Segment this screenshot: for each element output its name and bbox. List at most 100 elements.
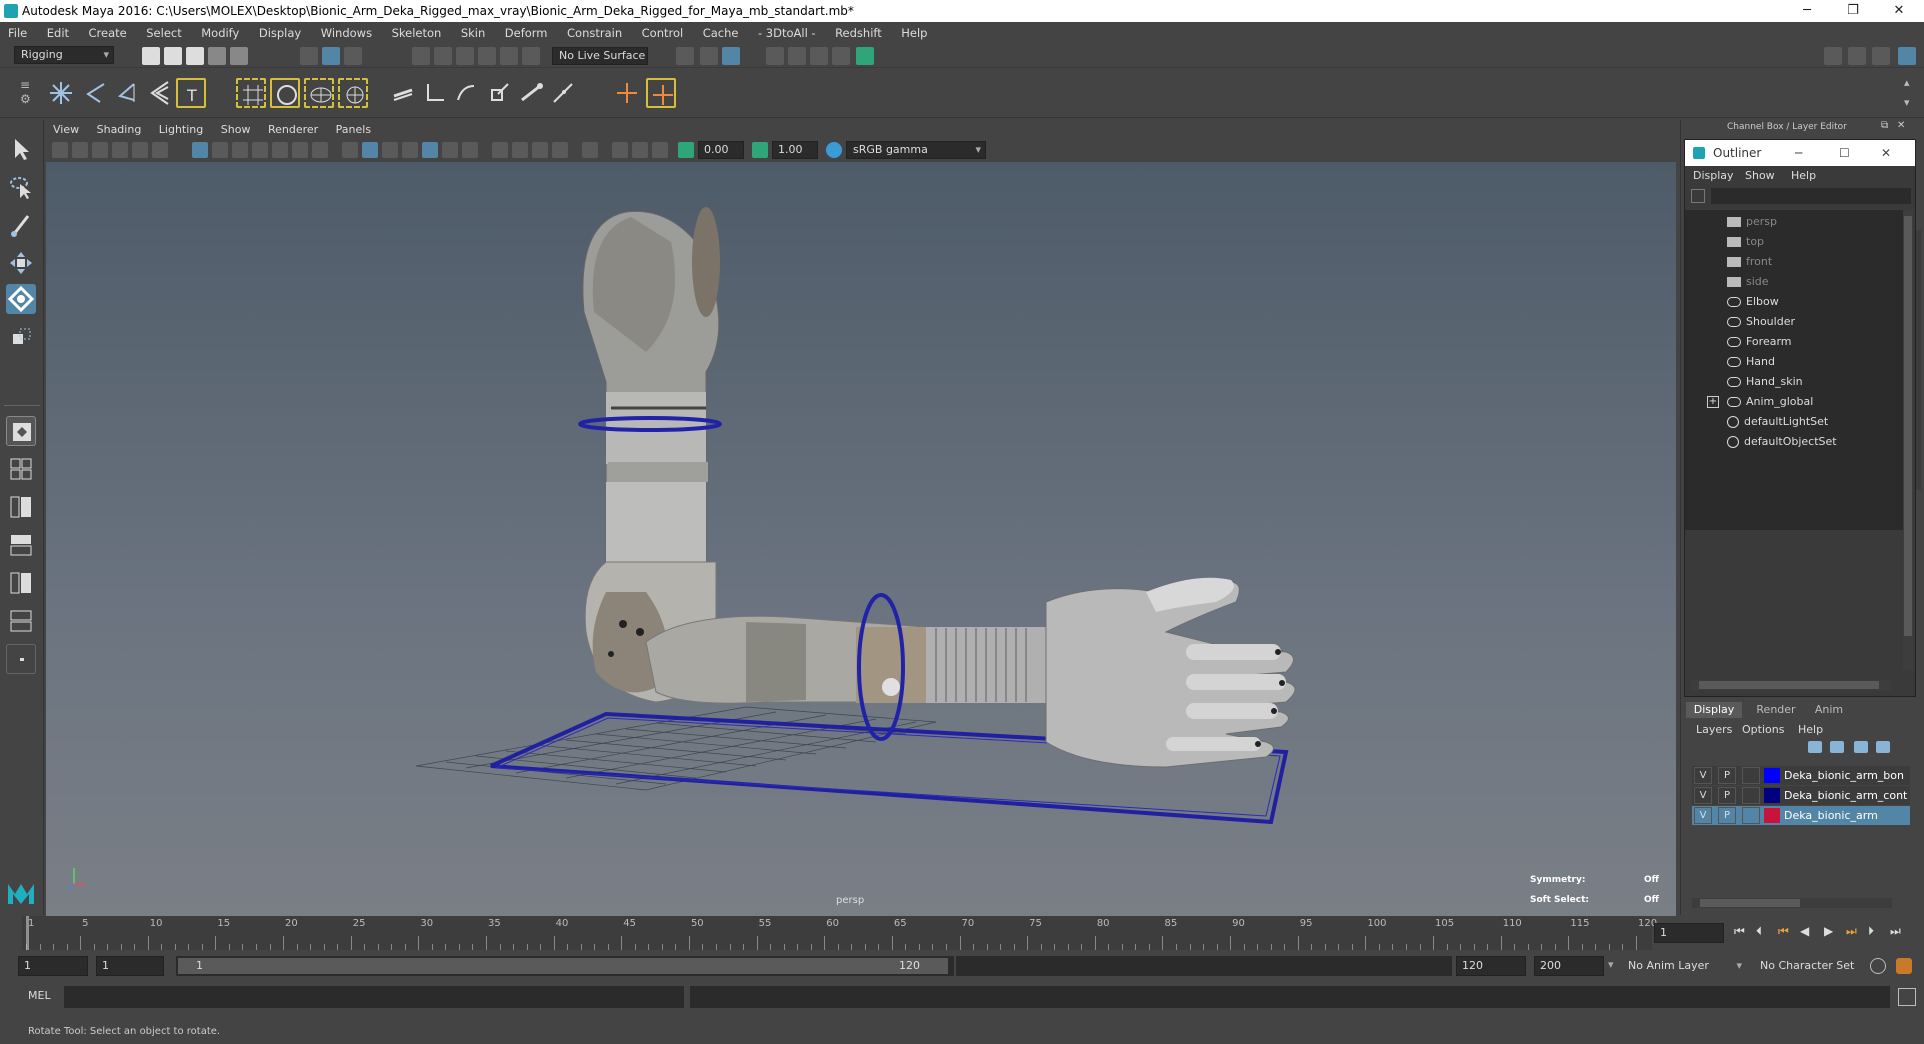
wrap-deformer-icon[interactable]	[270, 78, 300, 108]
xray-active-icon[interactable]	[632, 142, 648, 158]
snap-surface-icon[interactable]	[500, 47, 518, 65]
orient-constraint-icon[interactable]	[452, 78, 482, 108]
step-back-frame-icon[interactable]: ⏮	[1778, 924, 1789, 939]
outliner-item-top[interactable]: top	[1727, 232, 1764, 252]
outliner-maximize-button[interactable]: ☐	[1839, 140, 1850, 166]
modeling-toolkit-icon[interactable]	[1824, 47, 1842, 65]
layer-row[interactable]: V P Deka_bionic_arm_cont	[1692, 786, 1910, 805]
current-frame-field[interactable]: 1	[1654, 923, 1724, 943]
move-tool-icon[interactable]	[6, 248, 36, 278]
render-frame-icon[interactable]	[788, 47, 806, 65]
single-perspective-layout-icon[interactable]	[6, 416, 36, 446]
camera-attributes-icon[interactable]	[72, 142, 88, 158]
layer-color-swatch[interactable]	[1764, 808, 1780, 823]
scrollbar-thumb[interactable]	[1904, 216, 1912, 636]
menu-edit[interactable]: Edit	[39, 22, 77, 44]
outliner-vertical-scrollbar[interactable]	[1903, 210, 1913, 670]
move-layer-down-icon[interactable]	[1830, 741, 1844, 753]
image-plane-icon[interactable]	[112, 142, 128, 158]
ik-spline-icon[interactable]	[112, 78, 142, 108]
two-d-pan-icon[interactable]	[132, 142, 148, 158]
scrollbar-thumb[interactable]	[1699, 681, 1879, 689]
gamma-field[interactable]: 1.00	[772, 141, 818, 159]
layer-visibility-toggle[interactable]: V	[1694, 807, 1712, 824]
live-surface-field[interactable]: No Live Surface	[552, 47, 648, 65]
outliner-item-default-object-set[interactable]: defaultObjectSet	[1727, 432, 1837, 452]
outliner-minimize-button[interactable]: ─	[1795, 140, 1802, 166]
persp-uv-layout-icon[interactable]	[6, 606, 36, 636]
layer-color-swatch[interactable]	[1764, 768, 1780, 783]
scrollbar-thumb[interactable]	[1700, 899, 1800, 907]
viewport-persp[interactable]: persp Symmetry: Off Soft Select: Off	[46, 162, 1676, 916]
command-input[interactable]	[64, 986, 684, 1008]
field-chart-icon[interactable]	[272, 142, 288, 158]
move-layer-up-icon[interactable]	[1808, 741, 1822, 753]
use-all-lights-icon[interactable]	[442, 142, 458, 158]
multisample-aa-icon[interactable]	[532, 142, 548, 158]
persp-graph-layout-icon[interactable]	[6, 530, 36, 560]
safe-title-icon[interactable]	[312, 142, 328, 158]
cluster-icon[interactable]: T	[176, 78, 206, 108]
gate-mask-icon[interactable]	[252, 142, 268, 158]
default-material-icon[interactable]	[382, 142, 398, 158]
outliner-menu-help[interactable]: Help	[1791, 169, 1816, 182]
layer-row[interactable]: V P Deka_bionic_arm	[1692, 806, 1910, 825]
viewport-menu-show[interactable]: Show	[214, 120, 258, 140]
time-ruler[interactable]: 1 5 10 15 20 25 30 35 40 45 50 55 60 65 70 75 80 85 90 95 10…	[22, 916, 1657, 950]
play-forwards-icon[interactable]: ▶	[1824, 924, 1833, 938]
construction-history-icon[interactable]	[700, 47, 718, 65]
step-forward-frame-icon[interactable]: ⏭	[1846, 924, 1857, 939]
grease-pencil-icon[interactable]	[152, 142, 168, 158]
outliner-menu-display[interactable]: Display	[1693, 169, 1734, 182]
outliner-filter-icon[interactable]	[1691, 189, 1705, 203]
shelf-scroll-up-icon[interactable]: ▴	[1904, 76, 1910, 89]
pole-vector-icon[interactable]	[548, 78, 578, 108]
range-slider-handle[interactable]: 1 120	[178, 958, 948, 974]
outliner-item-forearm[interactable]: Forearm	[1727, 332, 1792, 352]
layer-playback-toggle[interactable]: P	[1718, 807, 1736, 824]
viewport-menu-lighting[interactable]: Lighting	[152, 120, 210, 140]
input-ops-icon[interactable]	[676, 47, 694, 65]
parent-constraint-icon[interactable]	[516, 78, 546, 108]
layer-visibility-toggle[interactable]: V	[1694, 767, 1712, 784]
scale-constraint-icon[interactable]	[484, 78, 514, 108]
viewport-menu-shading[interactable]: Shading	[90, 120, 149, 140]
layer-playback-toggle[interactable]: P	[1718, 787, 1736, 804]
menu-windows[interactable]: Windows	[313, 22, 380, 44]
outliner-item-hand[interactable]: Hand	[1727, 352, 1775, 372]
cluster-handle-icon[interactable]	[646, 78, 676, 108]
wireframe-icon[interactable]	[342, 142, 358, 158]
outliner-item-elbow[interactable]: Elbow	[1727, 292, 1779, 312]
color-management-icon[interactable]	[826, 142, 842, 158]
redo-icon[interactable]	[230, 47, 248, 65]
safe-action-icon[interactable]	[292, 142, 308, 158]
range-slider-track[interactable]	[956, 956, 1452, 976]
layer-visibility-toggle[interactable]: V	[1694, 787, 1712, 804]
rotate-tool-icon[interactable]	[6, 284, 36, 314]
ik-handle-icon[interactable]	[80, 78, 110, 108]
menu-display[interactable]: Display	[251, 22, 309, 44]
menu-3dtoall[interactable]: - 3DtoAll -	[750, 22, 824, 44]
select-hierarchy-icon[interactable]	[300, 47, 318, 65]
snap-curve-icon[interactable]	[434, 47, 452, 65]
new-layer-icon[interactable]	[1854, 741, 1868, 753]
snap-grid-icon[interactable]	[412, 47, 430, 65]
menu-cache[interactable]: Cache	[695, 22, 747, 44]
render-settings-2-icon[interactable]	[832, 47, 850, 65]
four-view-layout-icon[interactable]	[6, 454, 36, 484]
screen-space-ao-icon[interactable]	[492, 142, 508, 158]
wireframe-on-shaded-icon[interactable]	[402, 142, 418, 158]
menu-help[interactable]: Help	[893, 22, 935, 44]
hypershade-icon[interactable]	[856, 47, 874, 65]
channel-box-toggle-icon[interactable]	[1898, 47, 1916, 65]
open-scene-icon[interactable]	[164, 47, 182, 65]
snap-view-icon[interactable]	[478, 47, 496, 65]
bookmark-icon[interactable]	[92, 142, 108, 158]
character-set-dropdown[interactable]: No Character Set	[1760, 956, 1870, 976]
menu-create[interactable]: Create	[81, 22, 135, 44]
shadows-icon[interactable]	[462, 142, 478, 158]
viewport-menu-view[interactable]: View	[46, 120, 86, 140]
camera-select-icon[interactable]	[52, 142, 68, 158]
render-settings-icon[interactable]	[722, 47, 740, 65]
layer-display-type-toggle[interactable]	[1742, 807, 1760, 824]
